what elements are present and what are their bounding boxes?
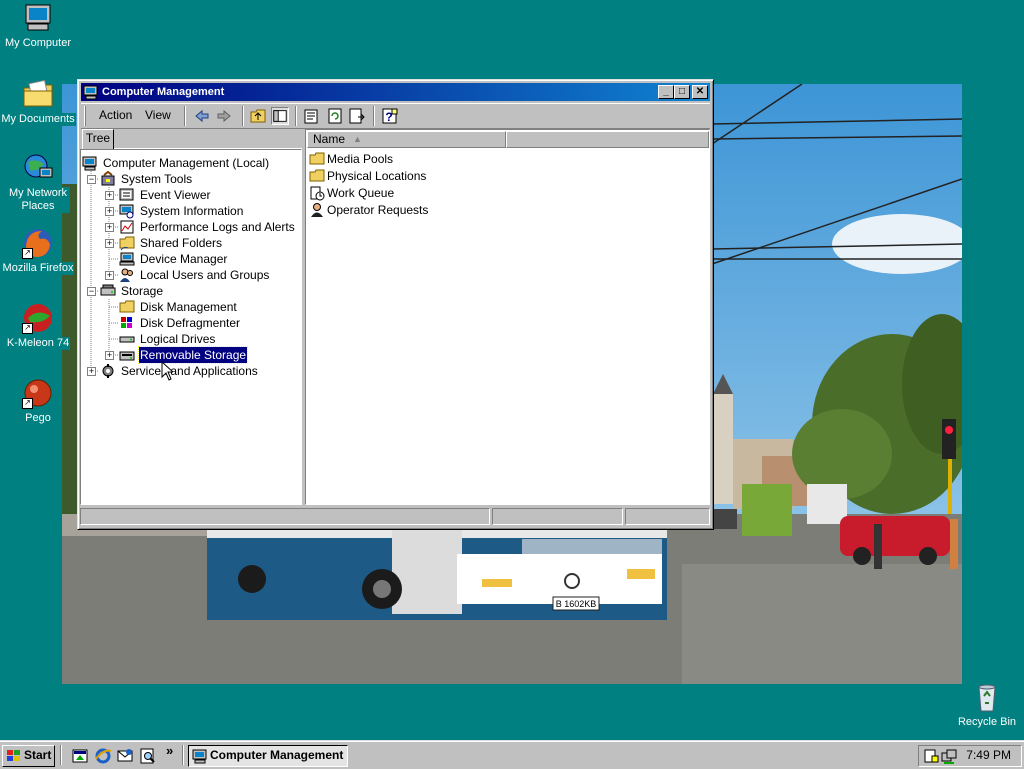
work-queue-icon bbox=[310, 186, 325, 201]
shortcut-arrow-icon: ↗ bbox=[22, 398, 33, 409]
event-viewer-icon bbox=[119, 188, 134, 201]
taskbar-separator bbox=[182, 745, 184, 765]
device-manager-icon bbox=[119, 252, 135, 266]
window-titlebar[interactable]: Computer Management _ □ ✕ bbox=[81, 83, 710, 101]
minimize-button[interactable]: _ bbox=[658, 85, 674, 99]
action-menu[interactable]: Action bbox=[99, 108, 132, 122]
users-icon bbox=[120, 268, 133, 282]
forward-arrow-icon[interactable] bbox=[215, 107, 233, 125]
taskbar: Start » Computer Management 7:49 PM bbox=[0, 740, 1024, 769]
network-places-icon bbox=[22, 152, 54, 184]
column-header-name[interactable]: Name ▲ bbox=[307, 131, 506, 148]
tab-tree[interactable]: Tree bbox=[82, 129, 114, 149]
taskbar-separator bbox=[60, 745, 62, 765]
export-list-icon[interactable] bbox=[348, 107, 366, 125]
desktop-icon-my-computer[interactable]: My Computer bbox=[0, 2, 76, 50]
collapse-toggle-storage[interactable]: − bbox=[87, 287, 96, 296]
minimize-icon: _ bbox=[663, 86, 669, 97]
toolbar-separator bbox=[295, 106, 297, 126]
back-arrow-icon[interactable] bbox=[193, 107, 211, 125]
pego-icon: ↗ bbox=[22, 377, 54, 409]
recycle-bin-icon bbox=[971, 681, 1003, 713]
help-icon[interactable]: ? bbox=[381, 107, 399, 125]
toolbar-separator bbox=[184, 106, 186, 126]
expand-toggle-services-and-applications[interactable]: + bbox=[87, 367, 96, 376]
system-information-icon bbox=[119, 204, 134, 219]
expand-toggle-performance-logs[interactable]: + bbox=[105, 223, 114, 232]
operator-requests-icon bbox=[311, 203, 323, 217]
taskbar-button-computer-management[interactable]: Computer Management bbox=[188, 745, 348, 767]
internet-explorer-icon[interactable] bbox=[94, 747, 112, 765]
storage-icon bbox=[100, 284, 116, 296]
up-one-level-icon[interactable] bbox=[249, 107, 267, 125]
expand-toggle-system-information[interactable]: + bbox=[105, 207, 114, 216]
folder-documents-icon bbox=[22, 78, 54, 110]
firefox-icon: ↗ bbox=[22, 227, 54, 259]
show-desktop-icon[interactable] bbox=[71, 747, 89, 765]
folder-icon bbox=[119, 300, 135, 313]
folder-icon bbox=[309, 152, 325, 165]
expand-toggle-removable-storage[interactable]: + bbox=[105, 351, 114, 360]
desktop-icon-my-documents[interactable]: My Documents bbox=[0, 78, 76, 126]
desktop-icon-recycle-bin[interactable]: Recycle Bin bbox=[949, 681, 1024, 729]
computer-management-icon bbox=[83, 85, 98, 100]
desktop-icon-pego[interactable]: ↗ Pego bbox=[0, 377, 76, 425]
system-tray: 7:49 PM bbox=[918, 745, 1022, 767]
close-icon: ✕ bbox=[695, 86, 705, 97]
properties-icon[interactable] bbox=[302, 107, 320, 125]
toolbar-grip bbox=[84, 106, 86, 126]
expand-toggle-local-users[interactable]: + bbox=[105, 271, 114, 280]
tree-pane[interactable]: Computer Management (Local) − System Too… bbox=[80, 149, 302, 505]
collapse-toggle-system-tools[interactable]: − bbox=[87, 175, 96, 184]
removable-storage-icon bbox=[119, 351, 135, 361]
close-button[interactable]: ✕ bbox=[692, 85, 708, 99]
desktop-icon-my-network-places[interactable]: My Network Places bbox=[0, 152, 76, 213]
shortcut-arrow-icon: ↗ bbox=[22, 248, 33, 259]
folder-icon bbox=[309, 169, 325, 182]
sort-ascending-icon: ▲ bbox=[353, 134, 362, 144]
outlook-express-icon[interactable] bbox=[116, 747, 134, 765]
system-tools-icon bbox=[101, 171, 115, 186]
refresh-icon[interactable] bbox=[326, 107, 344, 125]
bus-number: 5a7 bbox=[462, 564, 477, 574]
toolbar-separator bbox=[373, 106, 375, 126]
performance-logs-icon bbox=[120, 220, 134, 234]
shared-folder-icon bbox=[119, 236, 135, 251]
window-title: Computer Management bbox=[102, 86, 225, 98]
maximize-icon: □ bbox=[678, 86, 686, 97]
desktop-icon-k-meleon[interactable]: ↗ K-Meleon 74 bbox=[0, 302, 76, 350]
shortcut-arrow-icon: ↗ bbox=[22, 323, 33, 334]
start-button[interactable]: Start bbox=[2, 745, 55, 767]
search-icon[interactable] bbox=[139, 747, 157, 765]
computer-management-icon bbox=[192, 749, 207, 764]
disk-defragmenter-icon bbox=[121, 317, 132, 328]
maximize-button[interactable]: □ bbox=[674, 85, 690, 99]
services-icon bbox=[102, 364, 114, 378]
mmc-toolbar: Action View ? bbox=[81, 103, 710, 129]
bus-license-plate: B 1602KB bbox=[556, 599, 597, 609]
k-meleon-icon: ↗ bbox=[22, 302, 54, 334]
column-header-empty[interactable] bbox=[506, 131, 709, 148]
status-bar-section-2 bbox=[492, 508, 623, 525]
expand-toggle-shared-folders[interactable]: + bbox=[105, 239, 114, 248]
toolbar-separator bbox=[242, 106, 244, 126]
status-bar-section-3 bbox=[625, 508, 710, 525]
view-menu[interactable]: View bbox=[145, 108, 171, 122]
expand-toggle-event-viewer[interactable]: + bbox=[105, 191, 114, 200]
drive-icon bbox=[119, 336, 135, 343]
my-computer-icon bbox=[22, 2, 54, 34]
tray-network-icon[interactable] bbox=[923, 748, 939, 764]
tray-connection-icon[interactable] bbox=[941, 748, 957, 764]
mouse-cursor-icon bbox=[161, 361, 173, 381]
quick-launch-overflow-chevron[interactable]: » bbox=[166, 743, 173, 758]
show-hide-tree-icon[interactable] bbox=[271, 107, 289, 125]
clock[interactable]: 7:49 PM bbox=[966, 746, 1011, 765]
computer-icon bbox=[82, 156, 97, 171]
details-pane[interactable]: Name ▲ Media Pools Physical Locations Wo… bbox=[305, 129, 710, 505]
desktop-icon-mozilla-firefox[interactable]: ↗ Mozilla Firefox bbox=[0, 227, 76, 275]
status-bar-section-1 bbox=[80, 508, 490, 525]
windows-logo-icon bbox=[7, 750, 20, 761]
